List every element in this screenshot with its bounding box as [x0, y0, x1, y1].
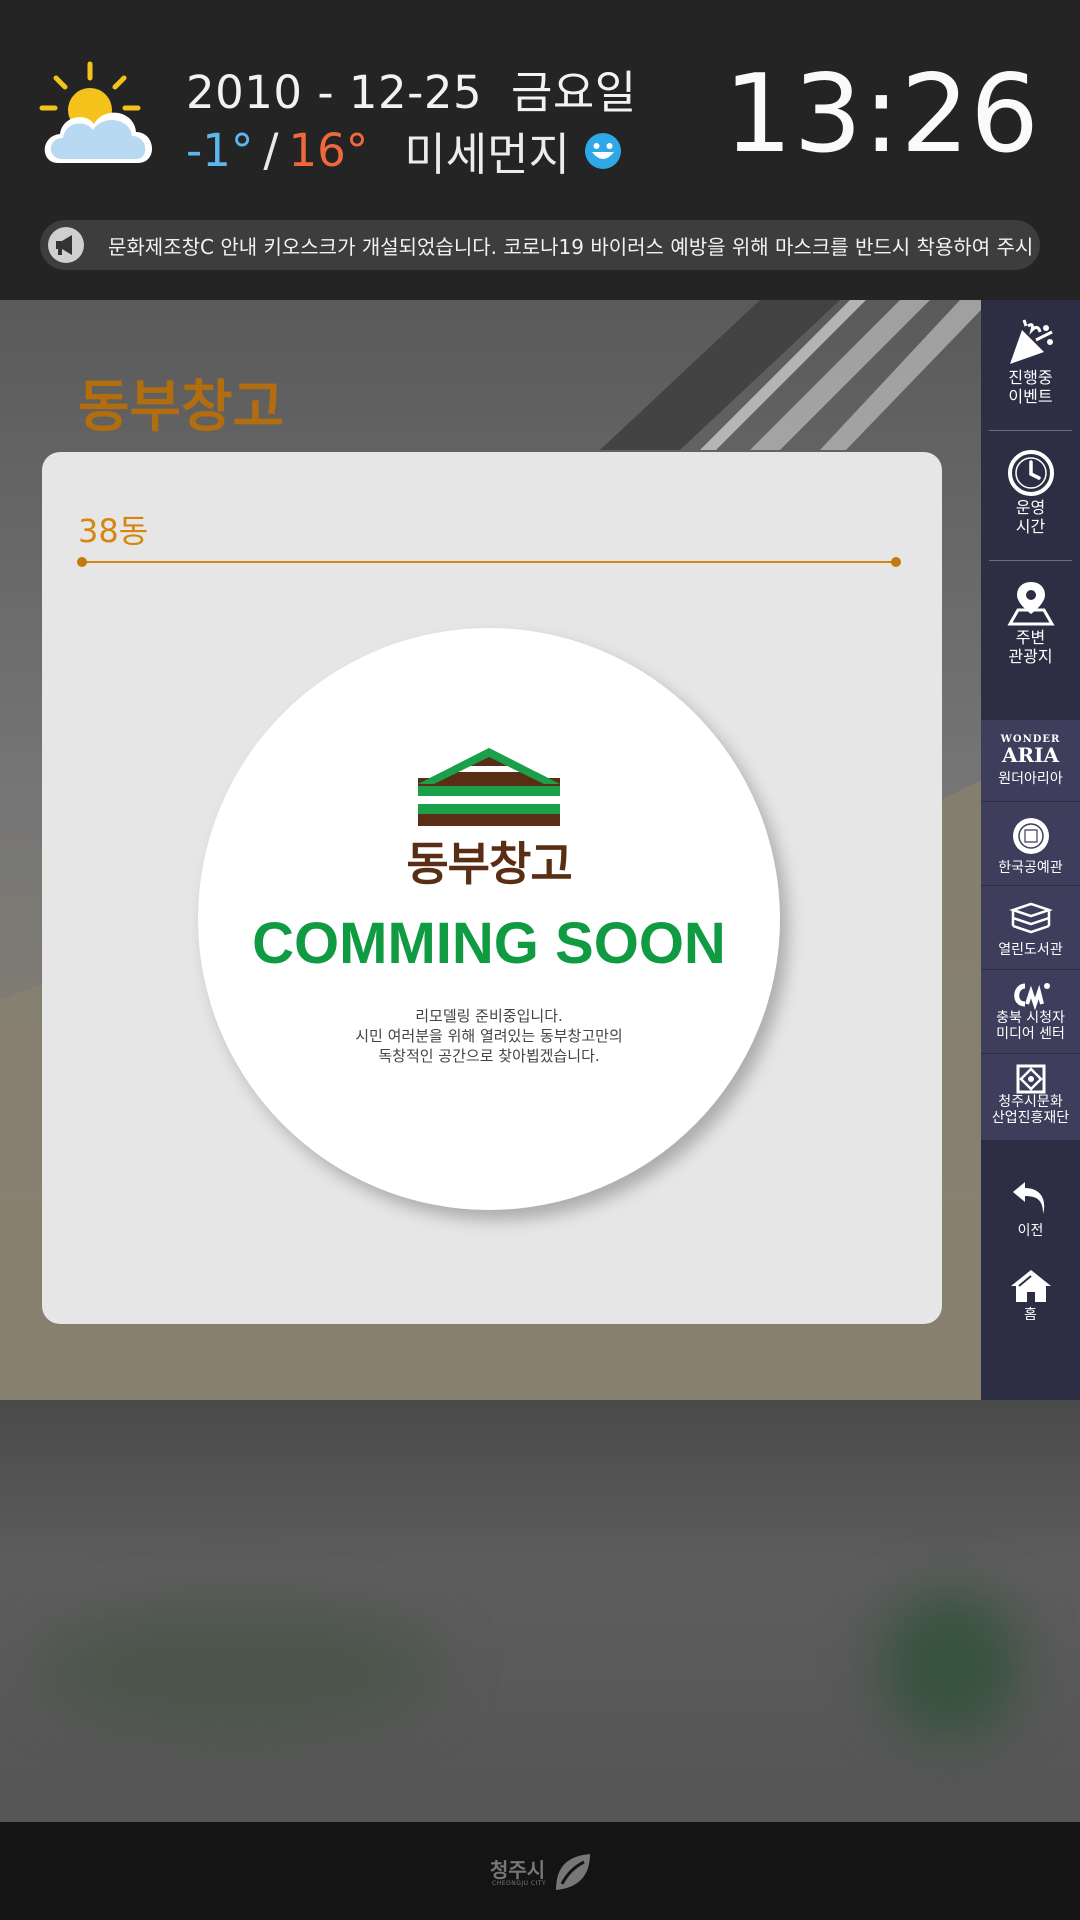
fine-dust-label: 미세먼지 — [404, 128, 570, 181]
clock: 13:26 — [723, 52, 1040, 177]
back-label: 이전 — [1017, 1223, 1044, 1239]
coming-soon-description: 리모델링 준비중입니다. 시민 여러분을 위해 열려있는 동부창고만의 독창적인… — [198, 1006, 780, 1066]
map-pin-icon — [1006, 582, 1055, 626]
date-text: 2010 - 12-25 — [186, 66, 483, 119]
cheongju-leaf-icon — [556, 1854, 590, 1890]
sidebar-item-events[interactable]: 진행중 이벤트 — [981, 318, 1080, 406]
sidebar-label-open-library: 열린도서관 — [998, 942, 1063, 958]
home-button[interactable]: 홈 — [981, 1266, 1080, 1325]
home-label: 홈 — [1024, 1307, 1037, 1323]
temp-low: -1° — [186, 124, 254, 177]
sidebar-label-media-center-2: 미디어 센터 — [996, 1026, 1065, 1042]
smiley-good-icon — [584, 132, 621, 169]
media-center-logo-icon — [1013, 983, 1050, 1010]
books-icon — [1008, 902, 1053, 934]
temp-high: 16° — [288, 124, 369, 177]
sidebar-label-tourism-1: 주변 — [1015, 628, 1046, 647]
notice-text: 문화제조창C 안내 키오스크가 개설되었습니다. 코로나19 바이러스 예방을 … — [108, 235, 1034, 259]
clock-icon — [1007, 450, 1054, 496]
background-photo-blur — [0, 1400, 1080, 1822]
partner-links-panel: WONDER ARIA 원더아리아 한국공예관 열린도서관 충북 시청자 미디어… — [981, 720, 1080, 1140]
sidebar-label-tourism-2: 관광지 — [1008, 647, 1053, 666]
home-icon — [1010, 1270, 1051, 1302]
party-popper-icon — [1009, 319, 1053, 364]
sidebar-link-wonder-aria[interactable]: WONDER ARIA 원더아리아 — [981, 720, 1080, 802]
craft-museum-logo-icon — [1012, 818, 1049, 854]
desc-line-1: 리모델링 준비중입니다. — [415, 1007, 563, 1025]
megaphone-icon — [48, 227, 84, 263]
warehouse-logo-icon — [418, 748, 560, 826]
desc-line-2: 시민 여러분을 위해 열려있는 동부창고만의 — [355, 1027, 623, 1045]
culture-foundation-logo-icon — [1016, 1064, 1045, 1094]
page-title: 동부창고 — [78, 375, 285, 440]
divider-line — [77, 557, 901, 567]
footer-logo-en: CHEONGJU CITY — [492, 1880, 547, 1887]
sidebar-link-craft-museum[interactable]: 한국공예관 — [981, 804, 1080, 886]
back-button[interactable]: 이전 — [981, 1176, 1080, 1241]
sidebar-label-hours-2: 시간 — [1015, 517, 1046, 536]
sidebar-label-media-center-1: 충북 시청자 — [996, 1010, 1065, 1026]
sidebar-label-events-2: 이벤트 — [1008, 387, 1053, 406]
sidebar-link-culture-foundation[interactable]: 청주시문화 산업진흥재단 — [981, 1056, 1080, 1138]
sidebar-link-open-library[interactable]: 열린도서관 — [981, 888, 1080, 970]
building-number: 38동 — [78, 512, 149, 550]
sidebar-label-hours-1: 운영 — [1015, 498, 1046, 517]
header-bar: 2010 - 12-25 금요일 -1° / 16° 미세먼지 13:26 문화… — [0, 0, 1080, 300]
sidebar-label-events-1: 진행중 — [1008, 368, 1053, 387]
sidebar-link-media-center[interactable]: 충북 시청자 미디어 센터 — [981, 972, 1080, 1054]
sidebar-divider — [989, 560, 1072, 561]
info-card: 38동 동부창고 COMMING SOON 리모델링 준비중입니다. 시민 여러… — [42, 452, 942, 1324]
right-sidebar: 진행중 이벤트 운영 시간 주변 관광지 WONDER ARIA 원더아리아 한… — [981, 300, 1080, 1400]
temp-separator: / — [263, 124, 279, 177]
sidebar-item-tourism[interactable]: 주변 관광지 — [981, 578, 1080, 666]
coming-soon-heading: COMMING SOON — [252, 911, 726, 976]
footer-bar: 청주시 CHEONGJU CITY — [0, 1822, 1080, 1920]
coming-soon-panel: 동부창고 COMMING SOON 리모델링 준비중입니다. 시민 여러분을 위… — [198, 628, 780, 1210]
sidebar-label-craft-museum: 한국공예관 — [998, 860, 1063, 876]
partly-cloudy-icon — [39, 61, 153, 163]
sidebar-label-culture-foundation-2: 산업진흥재단 — [991, 1110, 1070, 1126]
desc-line-3: 독창적인 공간으로 찾아뵙겠습니다. — [378, 1047, 600, 1065]
footer-logo-kr: 청주시 — [490, 1858, 546, 1882]
logo-wordmark: 동부창고 — [406, 837, 572, 891]
temperature-display: -1° / 16° 미세먼지 — [186, 118, 622, 183]
weekday-text: 금요일 — [510, 66, 637, 119]
back-arrow-icon — [1012, 1182, 1044, 1214]
sidebar-divider — [989, 430, 1072, 431]
cheongju-city-logo: 청주시 CHEONGJU CITY — [490, 1852, 594, 1896]
wonder-aria-logo: WONDER ARIA — [981, 720, 1080, 765]
wonder-aria-logo-main: ARIA — [1001, 743, 1059, 767]
main-content: 동부창고 38동 동부창고 COMMING SOON 리모델링 준비중입니다. … — [0, 300, 981, 1400]
date-display: 2010 - 12-25 금요일 — [186, 56, 637, 121]
notice-ticker[interactable]: 문화제조창C 안내 키오스크가 개설되었습니다. 코로나19 바이러스 예방을 … — [40, 220, 1040, 270]
sidebar-item-hours[interactable]: 운영 시간 — [981, 448, 1080, 536]
sidebar-label-wonder-aria: 원더아리아 — [998, 771, 1063, 787]
sidebar-label-culture-foundation-1: 청주시문화 — [998, 1094, 1063, 1110]
